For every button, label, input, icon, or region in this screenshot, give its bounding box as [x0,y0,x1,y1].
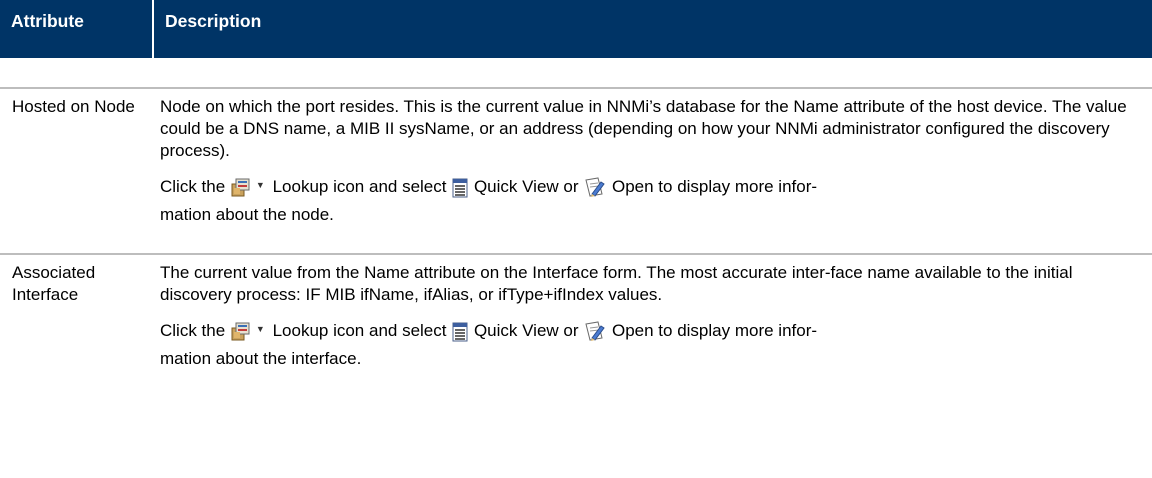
table-row: Associated Interface The current value f… [0,255,1152,415]
quick-view-icon[interactable] [452,178,468,204]
table-spacer-row [0,58,1152,89]
lookup-icon[interactable] [231,322,251,348]
quick-view-icon[interactable] [452,322,468,348]
description-text: Node on which the port resides. This is … [160,97,1127,160]
attribute-cell: Hosted on Node [12,97,135,116]
open-form-icon[interactable] [584,176,606,204]
dropdown-arrow-icon[interactable]: ▼ [256,174,265,196]
open-form-icon[interactable] [584,320,606,348]
table-header: Attribute Description [0,0,1152,58]
description-instructions: Click the ▼ Lookup icon and select Quick… [160,318,1142,370]
header-attribute: Attribute [0,0,154,58]
attributes-table: Attribute Description Hosted on Node Nod… [0,0,1152,415]
header-description: Description [165,11,262,31]
table-row: Hosted on Node Node on which the port re… [0,89,1152,255]
description-text: The current value from the Name attribut… [160,263,1073,304]
lookup-icon[interactable] [231,178,251,204]
description-cell: The current value from the Name attribut… [154,255,1152,415]
attribute-cell: Associated Interface [12,263,96,304]
dropdown-arrow-icon[interactable]: ▼ [256,318,265,340]
description-instructions: Click the ▼ Lookup icon and select Quick… [160,174,1142,226]
description-cell: Node on which the port resides. This is … [154,89,1152,253]
